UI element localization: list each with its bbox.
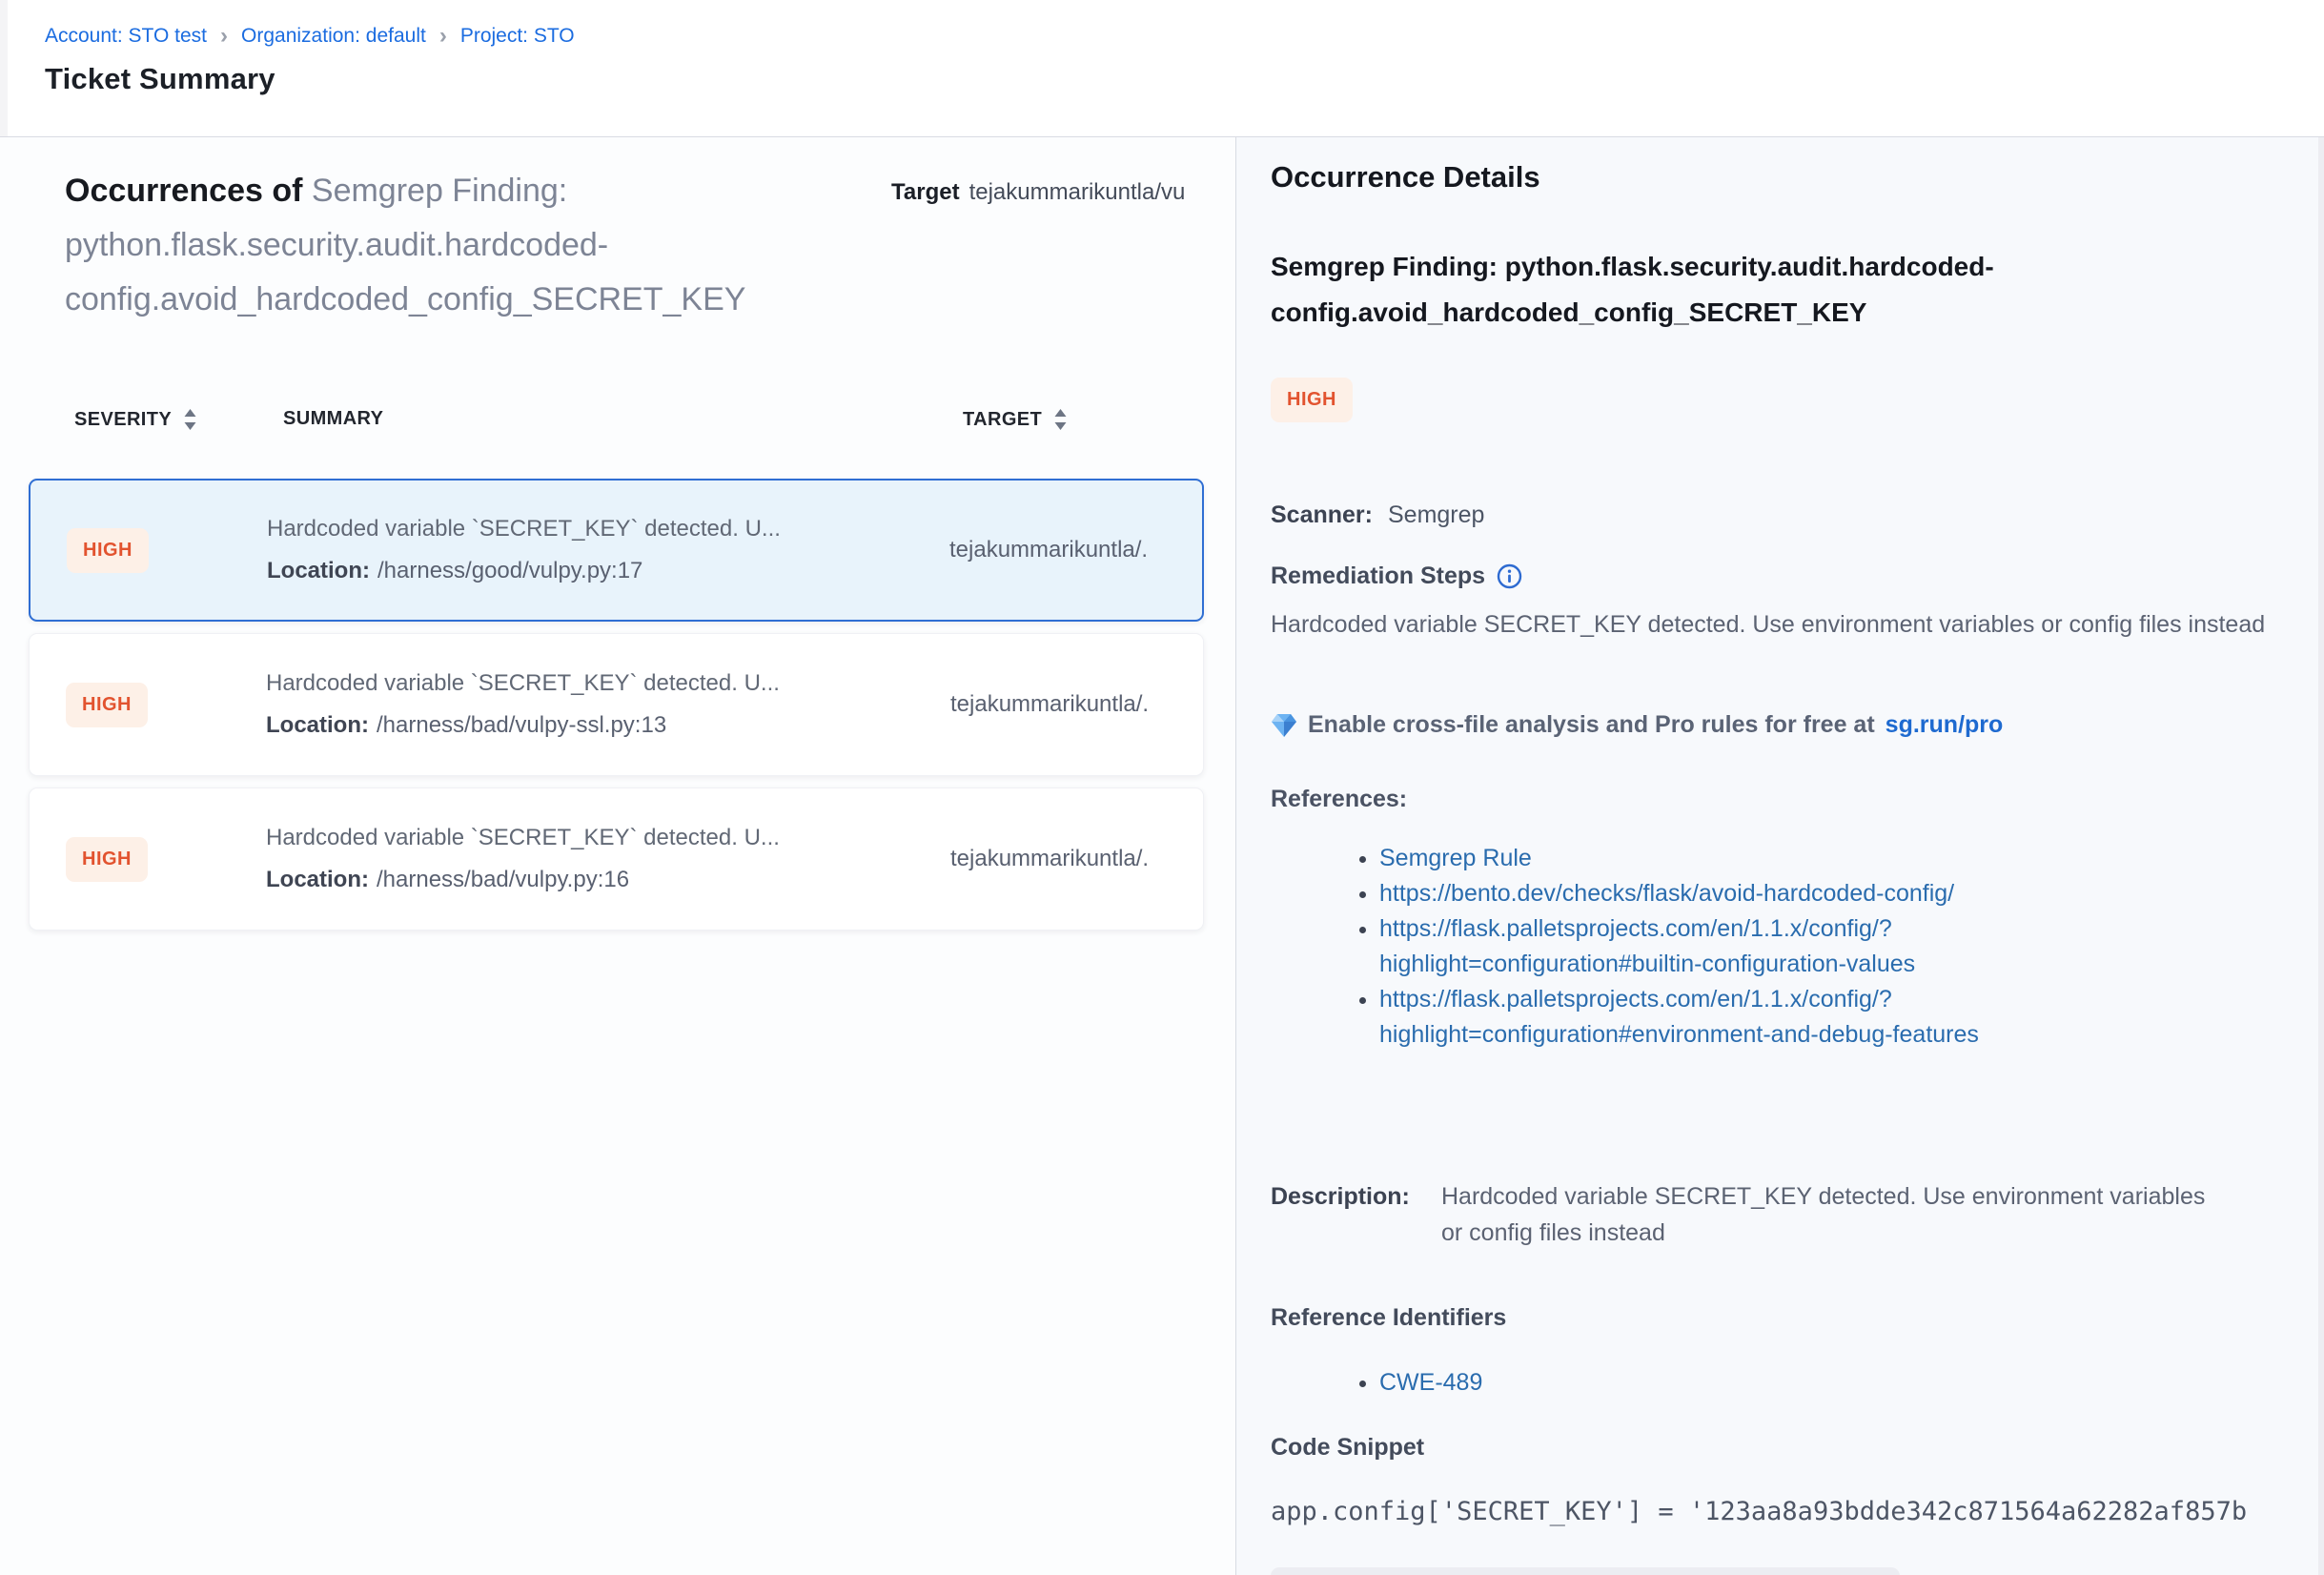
finding-location: Location: /harness/bad/vulpy-ssl.py:13 bbox=[266, 712, 950, 739]
sort-arrows-icon[interactable] bbox=[1053, 408, 1068, 431]
target-label: Target bbox=[891, 179, 960, 205]
reference-identifiers-list: CWE-489 bbox=[1271, 1365, 1482, 1401]
finding-row[interactable]: HIGH Hardcoded variable `SECRET_KEY` det… bbox=[29, 633, 1204, 776]
chevron-right-icon: › bbox=[218, 25, 230, 48]
references-heading: References: bbox=[1271, 786, 1407, 813]
occurrences-table-body: HIGH Hardcoded variable `SECRET_KEY` det… bbox=[29, 479, 1204, 942]
occurrences-heading: Occurrences of Semgrep Finding: python.f… bbox=[65, 164, 823, 327]
occurrences-heading-prefix: Occurrences of bbox=[65, 173, 312, 209]
finding-location: Location: /harness/good/vulpy.py:17 bbox=[267, 558, 949, 584]
reference-link[interactable]: https://bento.dev/checks/flask/avoid-har… bbox=[1379, 880, 1954, 907]
scanner-value: Semgrep bbox=[1388, 501, 1484, 528]
reference-link[interactable]: Semgrep Rule bbox=[1379, 845, 1532, 871]
finding-summary: Hardcoded variable `SECRET_KEY` detected… bbox=[267, 516, 949, 542]
column-label: SEVERITY bbox=[74, 409, 172, 431]
list-item: https://flask.palletsprojects.com/en/1.1… bbox=[1379, 911, 2033, 982]
code-snippet: app.config['SECRET_KEY'] = '123aa8a93bdd… bbox=[1271, 1497, 2324, 1526]
code-snippet-heading: Code Snippet bbox=[1271, 1434, 1424, 1462]
target-cell: tejakummarikuntla/. bbox=[950, 846, 1203, 872]
breadcrumb: Account: STO test › Organization: defaul… bbox=[45, 25, 2324, 48]
remediation-steps-label: Remediation Steps bbox=[1271, 562, 1485, 590]
description-text: Hardcoded variable SECRET_KEY detected. … bbox=[1441, 1178, 2218, 1251]
target-value: tejakummarikuntla/vu bbox=[969, 179, 1186, 205]
scanner-row: Scanner: Semgrep bbox=[1271, 501, 1484, 529]
occurrence-details-panel: Occurrence Details Semgrep Finding: pyth… bbox=[1236, 137, 2324, 1575]
severity-cell: HIGH bbox=[30, 683, 266, 727]
list-item: https://flask.palletsprojects.com/en/1.1… bbox=[1379, 982, 2033, 1053]
column-header-summary[interactable]: SUMMARY bbox=[283, 408, 383, 430]
gem-icon bbox=[1271, 713, 1297, 738]
severity-badge: HIGH bbox=[66, 837, 148, 882]
location-label: Location: bbox=[267, 558, 370, 583]
list-item: https://bento.dev/checks/flask/avoid-har… bbox=[1379, 876, 2033, 911]
left-edge-strip bbox=[0, 0, 8, 136]
location-label: Location: bbox=[266, 712, 369, 738]
remediation-text: Hardcoded variable SECRET_KEY detected. … bbox=[1271, 606, 2314, 643]
severity-badge: HIGH bbox=[66, 683, 148, 727]
promo-link[interactable]: sg.run/pro bbox=[1886, 711, 2004, 739]
description-label: Description: bbox=[1271, 1178, 1414, 1251]
finding-row[interactable]: HIGH Hardcoded variable `SECRET_KEY` det… bbox=[29, 479, 1204, 622]
location-value: /harness/good/vulpy.py:17 bbox=[377, 558, 642, 583]
finding-row[interactable]: HIGH Hardcoded variable `SECRET_KEY` det… bbox=[29, 788, 1204, 931]
finding-location: Location: /harness/bad/vulpy.py:16 bbox=[266, 867, 950, 893]
promo-text: Enable cross-file analysis and Pro rules… bbox=[1308, 711, 1875, 739]
summary-cell: Hardcoded variable `SECRET_KEY` detected… bbox=[266, 670, 950, 739]
target-cell: tejakummarikuntla/. bbox=[949, 537, 1202, 563]
list-item: Semgrep Rule bbox=[1379, 841, 2033, 876]
chevron-right-icon: › bbox=[438, 25, 449, 48]
column-label: SUMMARY bbox=[283, 408, 383, 430]
details-heading: Occurrence Details bbox=[1271, 160, 1540, 194]
breadcrumb-organization[interactable]: Organization: default bbox=[241, 25, 426, 48]
remediation-steps-heading: Remediation Steps bbox=[1271, 562, 1522, 590]
summary-cell: Hardcoded variable `SECRET_KEY` detected… bbox=[267, 516, 949, 584]
column-header-target[interactable]: TARGET bbox=[963, 408, 1068, 431]
finding-summary: Hardcoded variable `SECRET_KEY` detected… bbox=[266, 825, 950, 851]
location-value: /harness/bad/vulpy.py:16 bbox=[377, 867, 629, 892]
reference-link[interactable]: https://flask.palletsprojects.com/en/1.1… bbox=[1379, 915, 1915, 977]
reference-identifiers-heading: Reference Identifiers bbox=[1271, 1304, 1506, 1332]
details-finding-title: Semgrep Finding: python.flask.security.a… bbox=[1271, 244, 2133, 336]
breadcrumb-account[interactable]: Account: STO test bbox=[45, 25, 207, 48]
description-row: Description: Hardcoded variable SECRET_K… bbox=[1271, 1178, 2218, 1251]
references-list: Semgrep Rule https://bento.dev/checks/fl… bbox=[1271, 841, 2033, 1053]
location-value: /harness/bad/vulpy-ssl.py:13 bbox=[377, 712, 666, 738]
reference-link[interactable]: https://flask.palletsprojects.com/en/1.1… bbox=[1379, 986, 1979, 1048]
severity-badge: HIGH bbox=[67, 528, 149, 573]
pro-rules-promo: Enable cross-file analysis and Pro rules… bbox=[1271, 711, 2003, 739]
finding-summary: Hardcoded variable `SECRET_KEY` detected… bbox=[266, 670, 950, 697]
breadcrumb-project[interactable]: Project: STO bbox=[460, 25, 575, 48]
scanner-label: Scanner: bbox=[1271, 501, 1373, 528]
summary-cell: Hardcoded variable `SECRET_KEY` detected… bbox=[266, 825, 950, 893]
info-circle-icon[interactable] bbox=[1497, 563, 1522, 589]
page-title: Ticket Summary bbox=[45, 62, 2324, 96]
location-label: Location: bbox=[266, 867, 369, 892]
occurrences-table-header: SEVERITY SUMMARY TARGET bbox=[29, 408, 1204, 442]
cwe-link[interactable]: CWE-489 bbox=[1379, 1369, 1482, 1396]
sort-arrows-icon[interactable] bbox=[183, 408, 197, 431]
target-summary: Target tejakummarikuntla/vu bbox=[891, 179, 1234, 206]
page-header: Account: STO test › Organization: defaul… bbox=[0, 0, 2324, 137]
target-cell: tejakummarikuntla/. bbox=[950, 691, 1203, 718]
vertical-scrollbar[interactable] bbox=[2318, 137, 2324, 1575]
column-label: TARGET bbox=[963, 409, 1042, 431]
severity-badge: HIGH bbox=[1271, 378, 1353, 422]
severity-cell: HIGH bbox=[31, 528, 267, 573]
column-header-severity[interactable]: SEVERITY bbox=[74, 408, 197, 431]
list-item: CWE-489 bbox=[1379, 1365, 1482, 1401]
severity-cell: HIGH bbox=[30, 837, 266, 882]
occurrences-panel: Occurrences of Semgrep Finding: python.f… bbox=[0, 137, 1236, 1575]
code-block-edge bbox=[1271, 1567, 1900, 1575]
details-severity: HIGH bbox=[1271, 378, 1353, 422]
